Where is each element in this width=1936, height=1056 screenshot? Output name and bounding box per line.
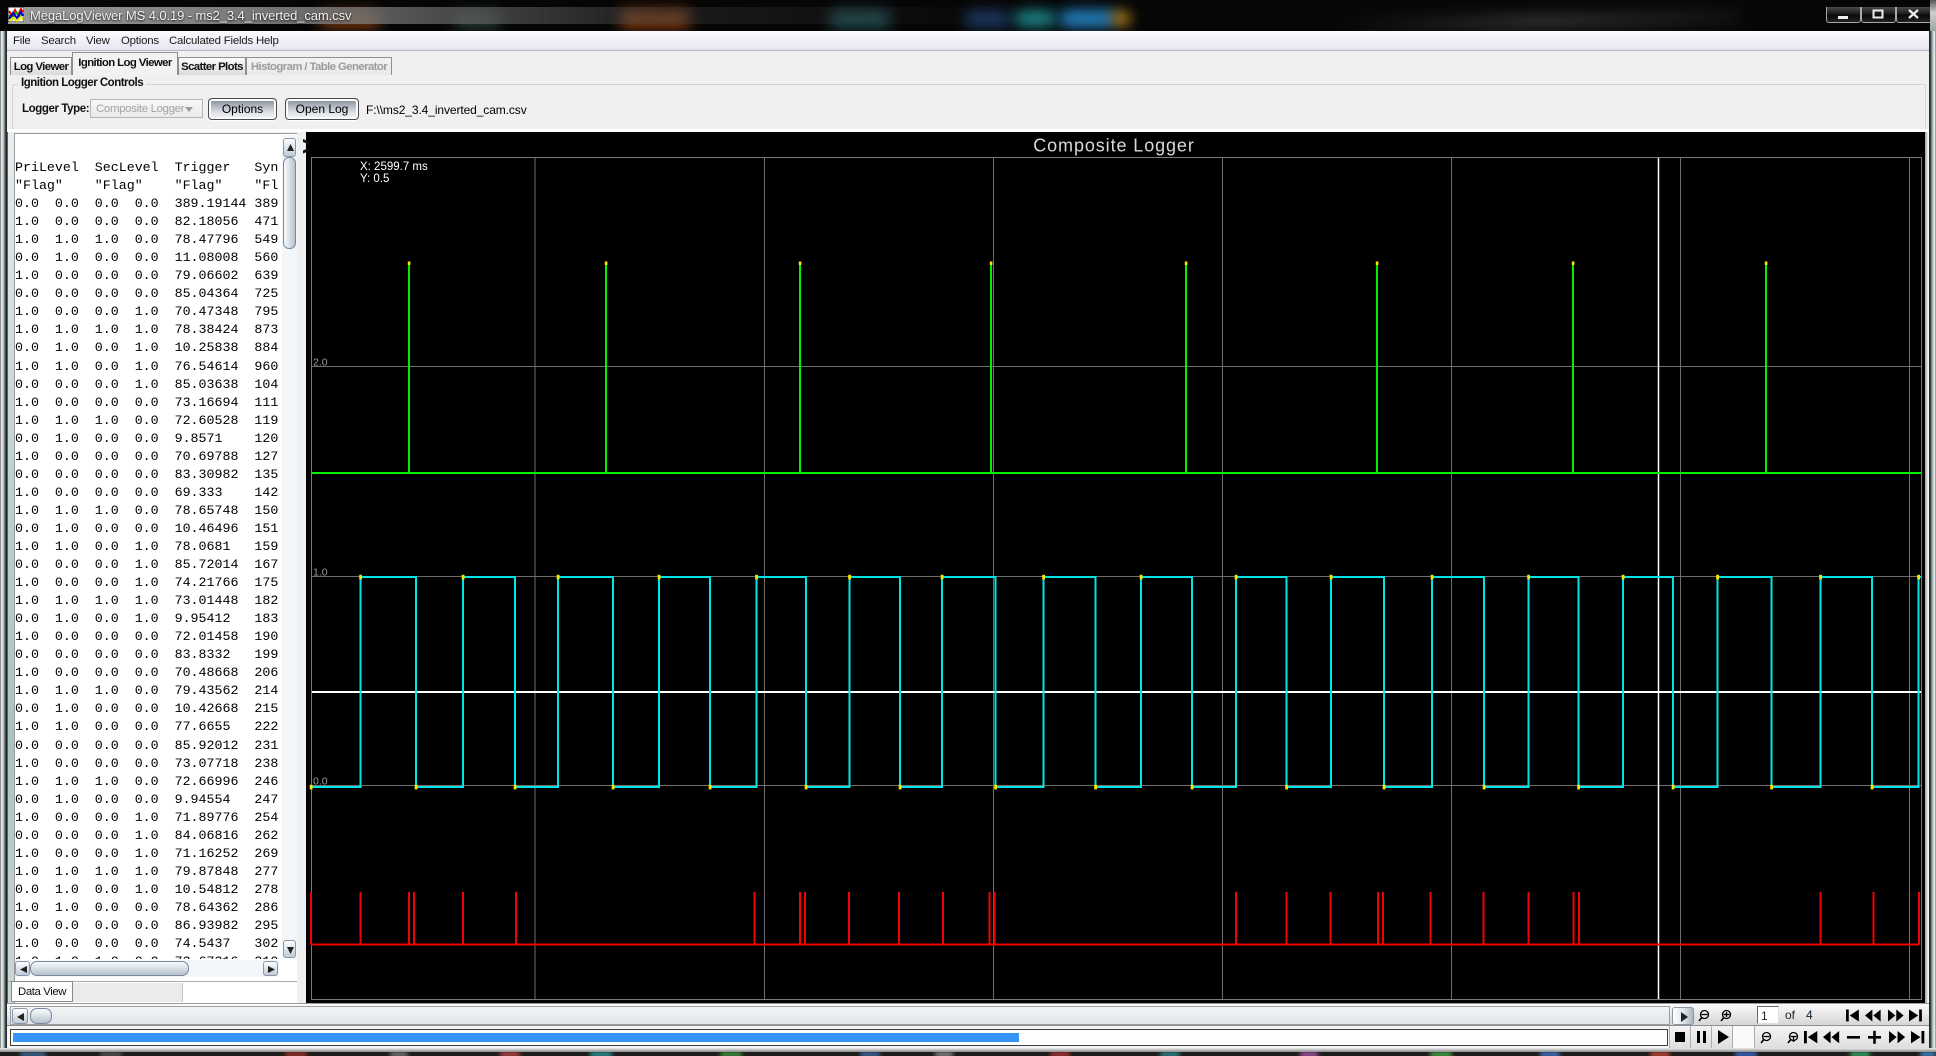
- svg-text:1.0: 1.0: [313, 567, 328, 579]
- svg-text:Y: 0.5: Y: 0.5: [360, 173, 389, 185]
- svg-text:0.0: 0.0: [313, 776, 328, 788]
- svg-text:Composite Logger: Composite Logger: [1033, 136, 1195, 156]
- svg-text:2.0: 2.0: [313, 357, 328, 369]
- svg-text:X: 2599.7 ms: X: 2599.7 ms: [360, 161, 428, 173]
